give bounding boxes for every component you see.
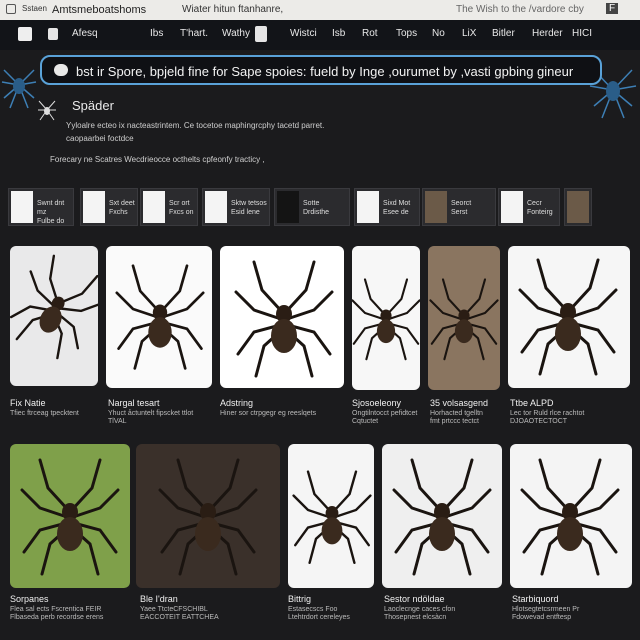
related-label: Sktw tetsos Esid lene xyxy=(231,200,267,216)
image-subtitle: Yaee TtcteCFSCHIBL EACCOTEIT EATTCHEA xyxy=(140,606,219,621)
nav-item-3[interactable]: T'hart. xyxy=(180,28,208,39)
title-right: The Wish to the /vardore cby xyxy=(456,4,584,15)
search-bar[interactable] xyxy=(40,55,602,85)
thumbnail-image xyxy=(425,191,447,223)
filters-line[interactable]: Forecary ne Scatres Wecdrieocce octhelts… xyxy=(50,155,265,164)
title-middle: Wiater hitun ftanhanre, xyxy=(182,4,284,15)
nav-item-4[interactable]: Wathy xyxy=(222,28,250,39)
image-subtitle: Estasecscs Foo Ltehtrdort cereleyes xyxy=(288,606,350,621)
related-card[interactable] xyxy=(564,188,592,226)
image-caption[interactable]: Bittrig xyxy=(288,594,311,604)
image-caption[interactable]: Ttbe ALPD xyxy=(510,398,554,408)
nav-item-1[interactable]: Afesq xyxy=(72,28,98,39)
image-caption[interactable]: Starbiquord xyxy=(512,594,559,604)
related-card[interactable]: Scr ort Fxcs on xyxy=(140,188,198,226)
related-strip: Swnt dnt mz Fulbe do Sxt deet Fxchs Scr … xyxy=(8,188,592,226)
window-title-bar: Sstaen Amtsmeboatshoms Wiater hitun ftan… xyxy=(0,0,640,20)
thumbnail-image xyxy=(143,191,165,223)
related-card[interactable]: Swnt dnt mz Fulbe do xyxy=(8,188,74,226)
thumbnail-image xyxy=(205,191,227,223)
image-subtitle: Yhuct åctuntelt fipscket ttlot TlVAL xyxy=(108,410,194,425)
related-card[interactable]: Seorct Serst xyxy=(422,188,496,226)
related-card[interactable]: Sktw tetsos Esid lene xyxy=(202,188,270,226)
related-label: Sotte Drdisthe xyxy=(303,200,330,216)
spider-image[interactable] xyxy=(510,444,632,588)
spider-image[interactable] xyxy=(382,444,502,588)
related-card[interactable]: Sotte Drdisthe xyxy=(274,188,350,226)
bookmark-icon[interactable] xyxy=(48,28,58,40)
related-label: Sixd Mot Esee de xyxy=(383,200,411,216)
nav-item-2[interactable]: Ibs xyxy=(150,28,163,39)
image-subtitle: Lec tor Ruld rlce rachtot DJOAOTECTOCT xyxy=(510,410,585,425)
thumbnail-image xyxy=(567,191,589,223)
image-subtitle: Hlotsegtetcsrmeen Pr Fdowevad entftesp xyxy=(512,606,580,621)
nav-item-11[interactable]: Bitler xyxy=(492,28,515,39)
spider-image[interactable] xyxy=(10,246,98,386)
nav-item-5[interactable]: Wistci xyxy=(290,28,317,39)
related-card[interactable]: Cecr Fonteirg xyxy=(498,188,560,226)
spider-image[interactable] xyxy=(352,246,420,390)
search-icon[interactable] xyxy=(54,64,68,76)
related-label: Seorct Serst xyxy=(451,200,472,216)
flag-icon[interactable]: F xyxy=(606,3,619,14)
result-title: Späder xyxy=(72,98,114,113)
spider-image[interactable] xyxy=(136,444,280,588)
nav-item-8[interactable]: Tops xyxy=(396,28,417,39)
related-card[interactable]: Sxt deet Fxchs xyxy=(80,188,138,226)
nav-item-7[interactable]: Rot xyxy=(362,28,378,39)
home-icon[interactable] xyxy=(18,27,32,41)
search-input[interactable] xyxy=(76,61,596,81)
image-caption[interactable]: Sestor ndöldae xyxy=(384,594,445,604)
image-caption[interactable]: Adstring xyxy=(220,398,253,408)
nav-item-6[interactable]: Isb xyxy=(332,28,345,39)
spider-image[interactable] xyxy=(106,246,212,388)
related-label: Scr ort Fxcs on xyxy=(169,200,194,216)
spider-decoration-left-icon xyxy=(1,69,37,109)
spider-image[interactable] xyxy=(220,246,344,388)
spider-icon xyxy=(38,100,56,121)
related-card[interactable]: Sixd Mot Esee de xyxy=(354,188,420,226)
image-caption[interactable]: Fix Natie xyxy=(10,398,46,408)
image-caption[interactable]: Ble I'dran xyxy=(140,594,178,604)
related-label: Swnt dnt mz Fulbe do xyxy=(37,200,65,225)
image-subtitle: Horhacted tgelltn fmt prtccc tectct xyxy=(430,410,483,425)
description-line: caopaarbei foctdce xyxy=(66,134,134,143)
app-logo-icon xyxy=(6,4,16,14)
thumbnail-image xyxy=(501,191,523,223)
description-line: Yyloalre ecteo ix nacteastrintem. Ce toc… xyxy=(66,121,325,130)
spider-image[interactable] xyxy=(508,246,630,388)
image-subtitle: Tfiec ftrceag tpecktent xyxy=(10,410,79,417)
doc-icon[interactable] xyxy=(255,26,267,42)
title-small: Sstaen xyxy=(22,4,47,13)
image-subtitle: Ongtilntocct pefidtcet Cqtuctet xyxy=(352,410,418,425)
nav-item-12[interactable]: Herder xyxy=(532,28,563,39)
image-caption[interactable]: Nargal tesart xyxy=(108,398,160,408)
page-title: Amtsmeboatshoms xyxy=(52,4,147,16)
spider-image[interactable] xyxy=(288,444,374,588)
image-caption[interactable]: 35 volsasgend xyxy=(430,398,488,408)
nav-item-9[interactable]: No xyxy=(432,28,445,39)
thumbnail-image xyxy=(277,191,299,223)
thumbnail-image xyxy=(11,191,33,223)
image-caption[interactable]: Sorpanes xyxy=(10,594,49,604)
thumbnail-image xyxy=(83,191,105,223)
thumbnail-image xyxy=(357,191,379,223)
nav-item-10[interactable]: LiX xyxy=(462,28,476,39)
nav-bar: Afesq Ibs T'hart. Wathy Wistci Isb Rot T… xyxy=(0,20,640,50)
image-subtitle: Hiner sor ctrpgegr eg reeslqets xyxy=(220,410,317,417)
image-subtitle: Laoclecnge caces cfon Thosepnest elcsàcn xyxy=(384,606,456,621)
related-label: Sxt deet Fxchs xyxy=(109,200,135,216)
related-label: Cecr Fonteirg xyxy=(527,200,553,216)
spider-image[interactable] xyxy=(10,444,130,588)
spider-image[interactable] xyxy=(428,246,500,390)
image-caption[interactable]: Sjosoeleony xyxy=(352,398,401,408)
image-subtitle: Flea sal ects Fscrentica FEIR Flbaseda p… xyxy=(10,606,104,621)
nav-item-13[interactable]: HICI xyxy=(572,28,592,39)
